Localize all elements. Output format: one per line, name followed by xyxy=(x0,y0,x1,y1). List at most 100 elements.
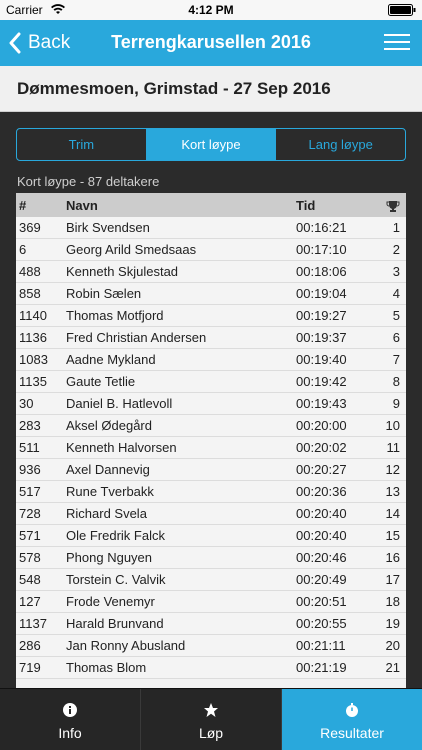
trophy-icon xyxy=(386,200,400,212)
row-place: 2 xyxy=(392,242,400,257)
row-time: 00:17:10 xyxy=(296,242,347,257)
row-time: 00:18:06 xyxy=(296,264,347,279)
table-row: 571 Ole Fredrik Falck 00:20:40 15 xyxy=(16,525,406,547)
row-name: Ole Fredrik Falck xyxy=(66,528,165,543)
row-name: Aadne Mykland xyxy=(66,352,156,367)
tab-info[interactable]: Info xyxy=(0,689,141,750)
header-place xyxy=(376,197,406,212)
row-name: Axel Dannevig xyxy=(66,462,150,477)
row-number: 936 xyxy=(19,462,41,477)
row-name: Kenneth Skjulestad xyxy=(66,264,179,279)
row-name: Rune Tverbakk xyxy=(66,484,154,499)
table-row: 488 Kenneth Skjulestad 00:18:06 3 xyxy=(16,261,406,283)
row-number: 858 xyxy=(19,286,41,301)
row-number: 1137 xyxy=(19,616,47,631)
row-time: 00:20:00 xyxy=(296,418,347,433)
segment-lang-loype[interactable]: Lang løype xyxy=(276,129,405,160)
table-row: 719 Thomas Blom 00:21:19 21 xyxy=(16,657,406,679)
row-time: 00:21:19 xyxy=(296,660,347,675)
hamburger-menu-icon[interactable] xyxy=(384,34,410,52)
table-row: 1136 Fred Christian Andersen 00:19:37 6 xyxy=(16,327,406,349)
tab-resultater-label: Resultater xyxy=(320,725,384,741)
participants-subtitle: Kort løype - 87 deltakere xyxy=(17,174,160,189)
row-name: Jan Ronny Abusland xyxy=(66,638,186,653)
row-number: 1140 xyxy=(19,308,47,323)
results-table: # Navn Tid 369 Birk Svendsen 00:16:21 1 6 Geo… xyxy=(16,193,406,689)
row-time: 00:20:27 xyxy=(296,462,347,477)
row-place: 11 xyxy=(386,440,401,455)
row-time: 00:20:49 xyxy=(296,572,347,587)
row-name: Gaute Tetlie xyxy=(66,374,136,389)
row-number: 286 xyxy=(19,638,41,653)
event-title: Dømmesmoen, Grimstad - 27 Sep 2016 xyxy=(17,79,331,98)
row-time: 00:19:43 xyxy=(296,396,347,411)
row-name: Thomas Motfjord xyxy=(66,308,164,323)
segment-kort-loype[interactable]: Kort løype xyxy=(146,129,277,160)
table-row: 30 Daniel B. Hatlevoll 00:19:43 9 xyxy=(16,393,406,415)
row-place: 10 xyxy=(385,418,400,433)
row-time: 00:19:04 xyxy=(296,286,347,301)
event-header: Dømmesmoen, Grimstad - 27 Sep 2016 xyxy=(0,66,422,112)
row-number: 548 xyxy=(19,572,41,587)
table-row: 858 Robin Sælen 00:19:04 4 xyxy=(16,283,406,305)
row-number: 488 xyxy=(19,264,41,279)
table-row: 286 Jan Ronny Abusland 00:21:11 20 xyxy=(16,635,406,657)
table-header: # Navn Tid xyxy=(16,193,406,217)
row-name: Thomas Blom xyxy=(66,660,147,675)
row-name: Aksel Ødegård xyxy=(66,418,152,433)
row-place: 14 xyxy=(385,506,400,521)
row-place: 16 xyxy=(385,550,400,565)
row-name: Kenneth Halvorsen xyxy=(66,440,177,455)
header-number: # xyxy=(19,197,27,213)
row-time: 00:19:42 xyxy=(296,374,347,389)
row-number: 578 xyxy=(19,550,41,565)
row-name: Robin Sælen xyxy=(66,286,142,301)
row-time: 00:20:02 xyxy=(296,440,347,455)
tab-resultater[interactable]: Resultater xyxy=(282,689,422,750)
tab-bar: Info Løp Resultater xyxy=(0,688,422,750)
table-row: 511 Kenneth Halvorsen 00:20:02 11 xyxy=(16,437,406,459)
segment-trim[interactable]: Trim xyxy=(17,129,147,160)
row-number: 1136 xyxy=(19,330,47,345)
row-place: 12 xyxy=(385,462,400,477)
row-place: 6 xyxy=(392,330,400,345)
row-number: 517 xyxy=(19,484,41,499)
navigation-bar: Back Terrengkarusellen 2016 xyxy=(0,20,422,66)
table-row: 1140 Thomas Motfjord 00:19:27 5 xyxy=(16,305,406,327)
table-row: 283 Aksel Ødegård 00:20:00 10 xyxy=(16,415,406,437)
row-place: 4 xyxy=(392,286,400,301)
row-time: 00:19:37 xyxy=(296,330,347,345)
stopwatch-icon xyxy=(346,703,358,717)
row-time: 00:20:36 xyxy=(296,484,347,499)
header-name: Navn xyxy=(66,197,98,213)
tab-lop[interactable]: Løp xyxy=(141,689,282,750)
row-name: Harald Brunvand xyxy=(66,616,164,631)
row-number: 728 xyxy=(19,506,41,521)
row-place: 8 xyxy=(392,374,400,389)
table-row: 517 Rune Tverbakk 00:20:36 13 xyxy=(16,481,406,503)
row-time: 00:16:21 xyxy=(296,220,347,235)
row-place: 17 xyxy=(385,572,400,587)
row-name: Daniel B. Hatlevoll xyxy=(66,396,173,411)
info-icon xyxy=(63,703,77,717)
table-row: 1137 Harald Brunvand 00:20:55 19 xyxy=(16,613,406,635)
table-row: 127 Frode Venemyr 00:20:51 18 xyxy=(16,591,406,613)
page-title: Terrengkarusellen 2016 xyxy=(111,32,311,52)
row-number: 571 xyxy=(19,528,41,543)
row-time: 00:20:40 xyxy=(296,528,347,543)
row-time: 00:20:46 xyxy=(296,550,347,565)
header-time: Tid xyxy=(296,197,316,213)
table-row: 6 Georg Arild Smedsaas 00:17:10 2 xyxy=(16,239,406,261)
tab-lop-label: Løp xyxy=(198,725,224,741)
battery-icon xyxy=(388,4,416,16)
row-name: Torstein C. Valvik xyxy=(66,572,166,587)
row-number: 511 xyxy=(19,440,40,455)
row-number: 6 xyxy=(19,242,27,257)
table-row: 728 Richard Svela 00:20:40 14 xyxy=(16,503,406,525)
table-row: 936 Axel Dannevig 00:20:27 12 xyxy=(16,459,406,481)
row-name: Georg Arild Smedsaas xyxy=(66,242,197,257)
table-row: 1083 Aadne Mykland 00:19:40 7 xyxy=(16,349,406,371)
row-name: Richard Svela xyxy=(66,506,147,521)
row-time: 00:20:55 xyxy=(296,616,347,631)
status-time: 4:12 PM xyxy=(188,3,234,17)
